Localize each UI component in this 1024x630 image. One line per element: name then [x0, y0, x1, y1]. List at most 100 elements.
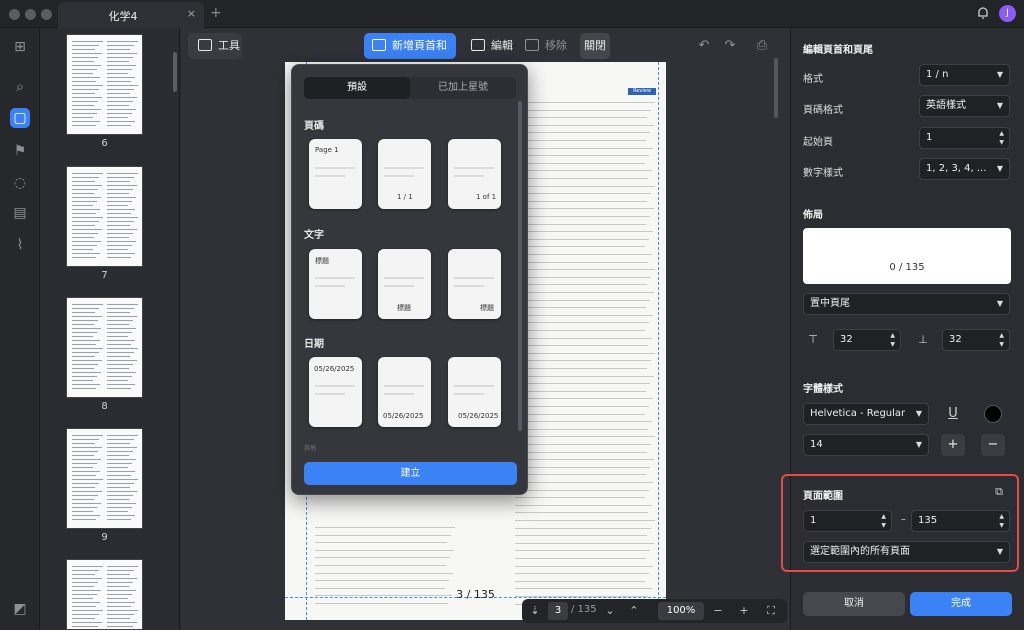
save-icon[interactable]: ⎙: [751, 33, 773, 59]
text-line: [515, 185, 655, 187]
template-date-3[interactable]: 05/26/2025: [448, 357, 501, 427]
create-button[interactable]: 建立: [304, 462, 517, 485]
text-line: [72, 97, 102, 98]
document-tab[interactable]: 化学4 ×: [58, 2, 204, 28]
layers-icon[interactable]: ◩: [10, 599, 30, 619]
cancel-button[interactable]: 取消: [803, 592, 905, 616]
margin-top-stepper[interactable]: 32 ▲ ▼: [833, 329, 901, 351]
form-icon[interactable]: ▤: [10, 203, 30, 223]
thumbnail-page-7[interactable]: [66, 166, 143, 267]
tab-close-icon[interactable]: ×: [187, 7, 196, 20]
window-close-dot[interactable]: [9, 9, 20, 20]
margin-bottom-stepper[interactable]: 32 ▲ ▼: [942, 329, 1010, 351]
text-line: [515, 527, 651, 529]
template-placeholder-line: [315, 277, 355, 279]
text-line: [72, 447, 102, 448]
popup-scrollbar[interactable]: [518, 101, 522, 431]
tab-starred[interactable]: 已加上星號: [410, 77, 516, 99]
number-style-select[interactable]: 1, 2, 3, 4, ... ▼: [919, 158, 1010, 180]
new-tab-icon[interactable]: +: [210, 5, 222, 21]
thumbnail-page-6[interactable]: [66, 34, 143, 135]
thumbnail-label: 6: [101, 138, 108, 149]
text-line: [72, 189, 98, 190]
window-minimize-dot[interactable]: [25, 9, 36, 20]
text-line: [107, 459, 136, 460]
thumbnail-page-8[interactable]: [66, 297, 143, 398]
search-icon[interactable]: ⌕: [10, 77, 30, 97]
template-text-3[interactable]: 標題: [448, 249, 501, 319]
add-header-footer-button[interactable]: 新增頁首和頁尾: [364, 33, 456, 78]
previous-page-icon[interactable]: ⌃: [626, 603, 642, 619]
font-size-select[interactable]: 14 ▼: [803, 434, 929, 456]
text-line: [72, 435, 103, 436]
font-color-swatch[interactable]: [984, 405, 1002, 423]
page-icon[interactable]: ▢: [10, 108, 30, 128]
chevron-down-icon: ▼: [996, 70, 1003, 79]
text-line: [72, 101, 98, 102]
notification-bell-icon[interactable]: [976, 6, 990, 20]
text-line: [72, 205, 93, 206]
template-text-2[interactable]: 標題: [378, 249, 431, 319]
thumbnail-scrollbar[interactable]: [173, 52, 177, 92]
panel-title: 編輯頁首和頁尾: [803, 45, 873, 56]
text-line: [72, 197, 101, 198]
canvas-scrollbar[interactable]: [774, 58, 778, 118]
close-button[interactable]: 關閉: [580, 33, 610, 59]
stepper-arrows-icon[interactable]: ▲ ▼: [999, 129, 1004, 147]
bookmark-icon[interactable]: ⚑: [10, 141, 30, 161]
text-line: [72, 89, 99, 90]
text-line: [515, 117, 647, 119]
text-line: [72, 364, 98, 365]
thumbnail-page-9[interactable]: [66, 428, 143, 529]
font-size-decrease-button[interactable]: −: [981, 434, 1005, 456]
template-placeholder-line: [384, 385, 424, 387]
tab-presets[interactable]: 預設: [304, 77, 410, 99]
redo-icon[interactable]: ↷: [721, 33, 739, 59]
text-line: [107, 328, 136, 329]
template-page-number-2[interactable]: 1 / 1: [378, 139, 431, 209]
text-line: [515, 132, 650, 134]
window-zoom-dot[interactable]: [41, 9, 52, 20]
remove-button[interactable]: 移除: [521, 33, 567, 59]
comment-icon[interactable]: ◌: [10, 173, 30, 193]
stepper-arrows-icon[interactable]: ▲ ▼: [999, 331, 1004, 349]
text-line: [515, 208, 654, 210]
text-line: [72, 463, 97, 464]
text-line: [72, 566, 103, 567]
text-line: [107, 69, 132, 70]
tools-button[interactable]: 工具: [188, 33, 242, 59]
text-line: [107, 201, 132, 202]
format-select[interactable]: 1 / n ▼: [919, 64, 1010, 86]
zoom-in-icon[interactable]: +: [736, 603, 752, 619]
next-page-icon[interactable]: ⌄: [602, 603, 618, 619]
user-avatar[interactable]: J: [999, 5, 1016, 22]
text-line: [515, 261, 648, 263]
zoom-out-icon[interactable]: −: [710, 603, 726, 619]
template-date-1[interactable]: 05/26/2025: [309, 357, 362, 427]
undo-icon[interactable]: ↶: [695, 33, 713, 59]
scroll-down-icon[interactable]: ⇣: [527, 603, 543, 619]
grid-icon[interactable]: ⊞: [10, 37, 30, 57]
thumbnail-page-10[interactable]: [66, 559, 143, 630]
start-page-stepper[interactable]: 1 ▲ ▼: [919, 127, 1010, 149]
text-line: [107, 97, 137, 98]
done-button[interactable]: 完成: [910, 592, 1012, 616]
zoom-level[interactable]: 100%: [658, 602, 704, 620]
current-page-input[interactable]: 3: [548, 602, 568, 620]
template-page-number-1[interactable]: Page 1: [309, 139, 362, 209]
text-line: [515, 398, 653, 400]
position-select[interactable]: 置中頁尾 ▼: [803, 293, 1010, 315]
font-select[interactable]: Helvetica - Regular ▼: [803, 403, 929, 425]
template-text-1[interactable]: 標題: [309, 249, 362, 319]
underline-icon[interactable]: U: [945, 406, 961, 422]
text-line: [515, 383, 650, 385]
template-page-number-3[interactable]: 1 of 1: [448, 139, 501, 209]
edit-button[interactable]: 編輯: [467, 33, 517, 59]
stepper-arrows-icon[interactable]: ▲ ▼: [890, 331, 895, 349]
font-size-increase-button[interactable]: +: [941, 434, 965, 456]
fit-page-icon[interactable]: ⛶: [763, 603, 779, 619]
attachment-icon[interactable]: ⌇: [10, 235, 30, 255]
page-format-select[interactable]: 英語樣式 ▼: [919, 95, 1010, 117]
template-text: 標題: [397, 304, 411, 312]
template-date-2[interactable]: 05/26/2025: [378, 357, 431, 427]
